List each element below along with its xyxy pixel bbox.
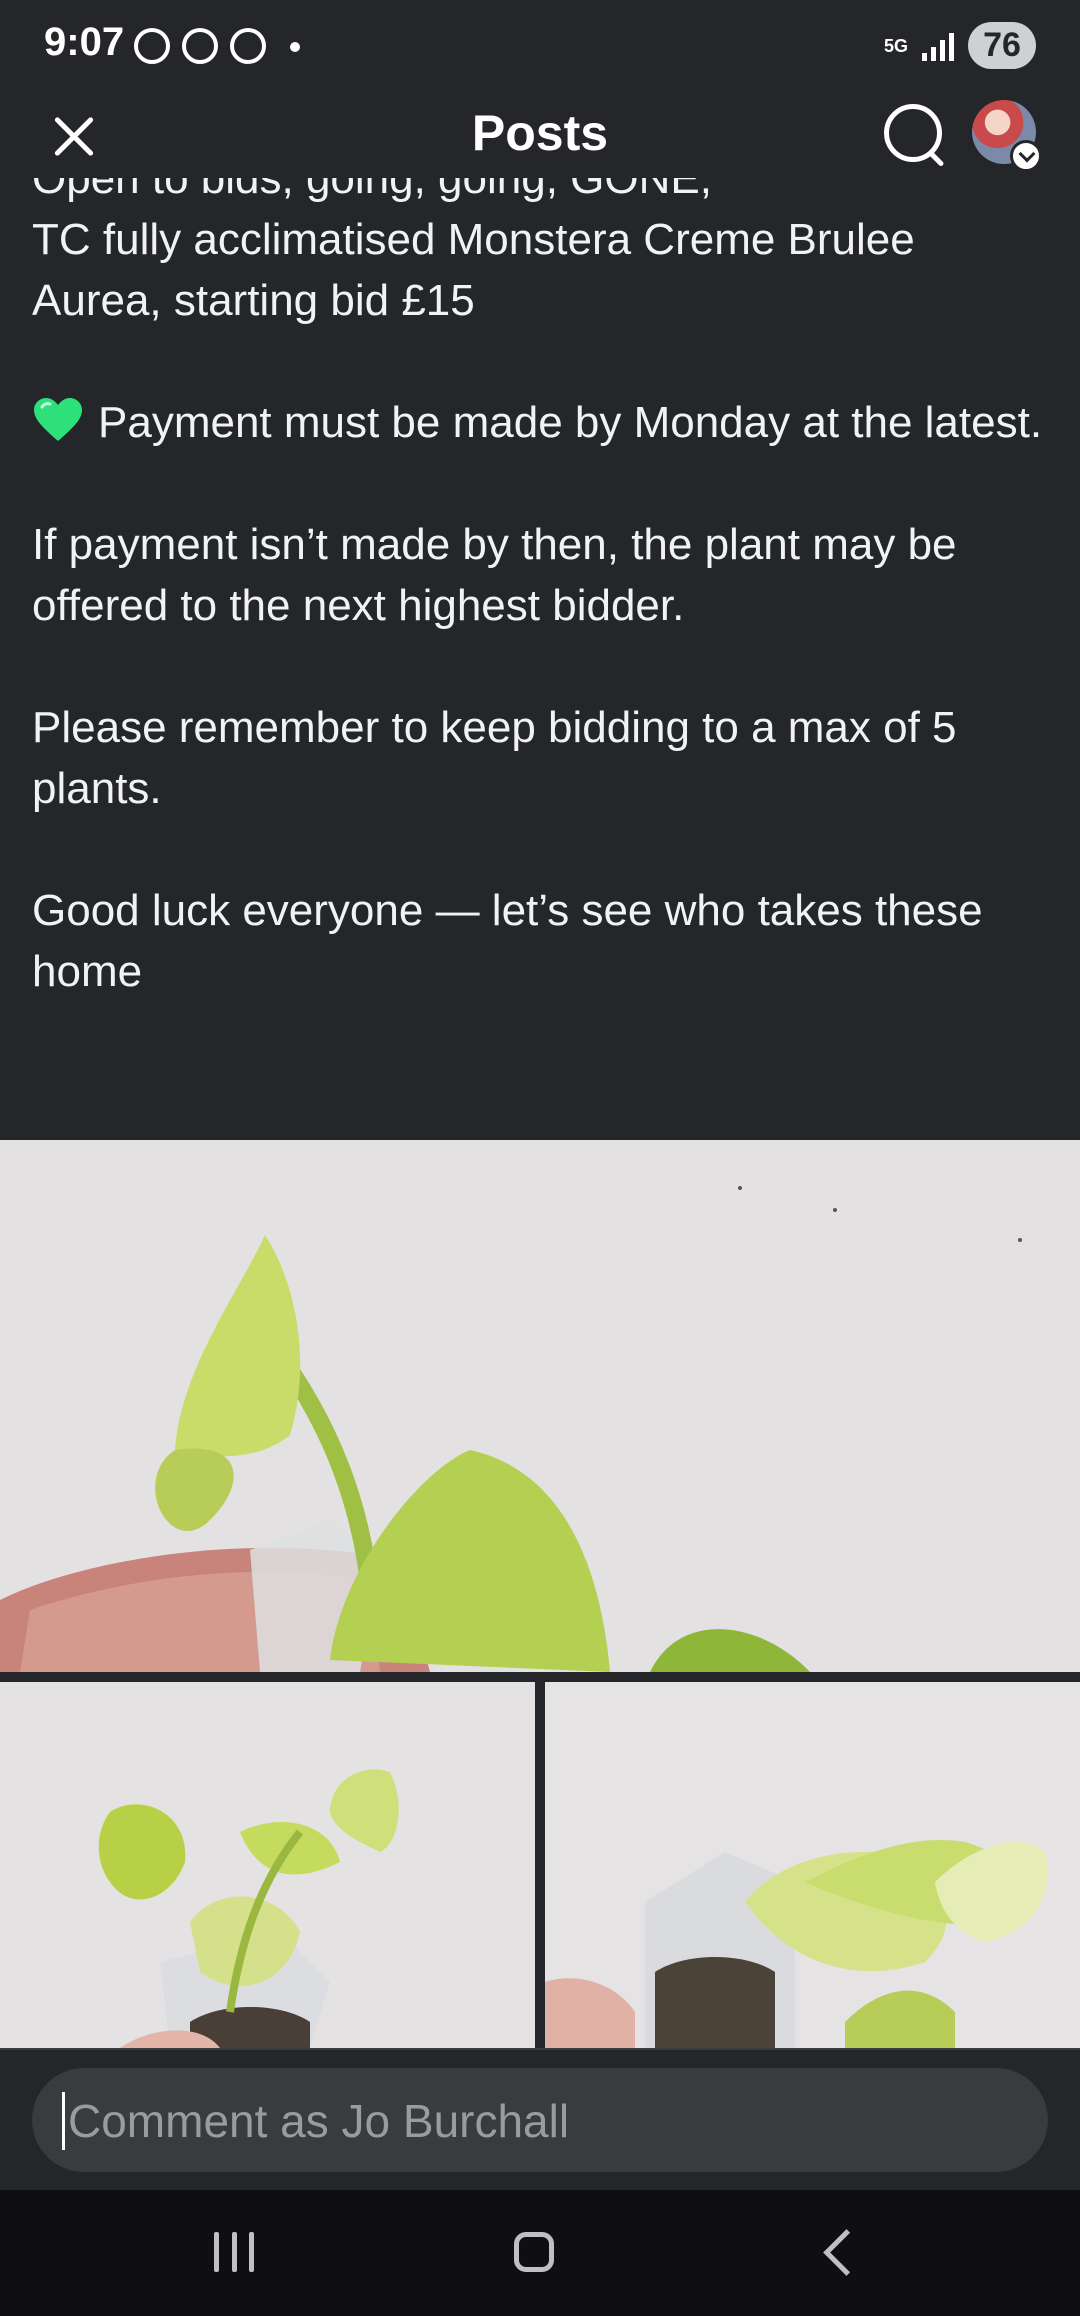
whatsapp-icon	[134, 28, 170, 64]
app-header: Posts	[0, 92, 1080, 178]
battery-level: 76	[968, 22, 1036, 69]
chevron-down-icon[interactable]	[1010, 140, 1042, 172]
search-icon[interactable]	[880, 100, 950, 170]
status-right: 5G 76	[884, 22, 1036, 69]
network-type: 5G	[883, 35, 908, 56]
plant-photo-main-art	[0, 1140, 1080, 1672]
plant-photo-left-art	[0, 1682, 535, 2048]
post-paragraph: Good luck everyone — let’s see who takes…	[32, 886, 983, 996]
home-icon[interactable]	[514, 2232, 554, 2272]
status-bar: 9:07 5G 76	[0, 0, 1080, 92]
post-body: Open to bids, going, going, GONE, TC ful…	[0, 178, 1080, 1140]
plant-photo-left[interactable]	[0, 1682, 535, 2048]
recents-icon[interactable]	[214, 2232, 254, 2272]
green-heart-icon	[34, 398, 82, 441]
location-pin-icon	[230, 28, 266, 64]
post-paragraph: Open to bids, going, going, GONE, TC ful…	[32, 178, 915, 325]
plant-photo-right[interactable]	[545, 1682, 1080, 2048]
plant-photo-right-art	[545, 1682, 1080, 2048]
text-cursor	[62, 2092, 65, 2150]
post-paragraph: Payment must be made by Monday at the la…	[32, 392, 1052, 453]
notification-icons	[134, 28, 266, 64]
back-icon[interactable]	[823, 2229, 870, 2276]
post-paragraph: Please remember to keep bidding to a max…	[32, 703, 957, 813]
signal-icon	[922, 31, 954, 61]
comment-placeholder: Comment as Jo Burchall	[68, 2095, 570, 2147]
heart-notification-icon	[182, 28, 218, 64]
post-paragraph: If payment isn’t made by then, the plant…	[32, 520, 957, 630]
comment-input[interactable]: Comment as Jo Burchall	[32, 2068, 1048, 2172]
plant-photo-main[interactable]	[0, 1140, 1080, 1672]
status-time: 9:07	[44, 20, 125, 64]
system-nav-bar	[0, 2190, 1080, 2316]
payment-text: Payment must be made by Monday at the la…	[98, 398, 1043, 447]
more-notifications-dot-icon	[290, 42, 300, 52]
comment-bar: Comment as Jo Burchall	[0, 2048, 1080, 2192]
